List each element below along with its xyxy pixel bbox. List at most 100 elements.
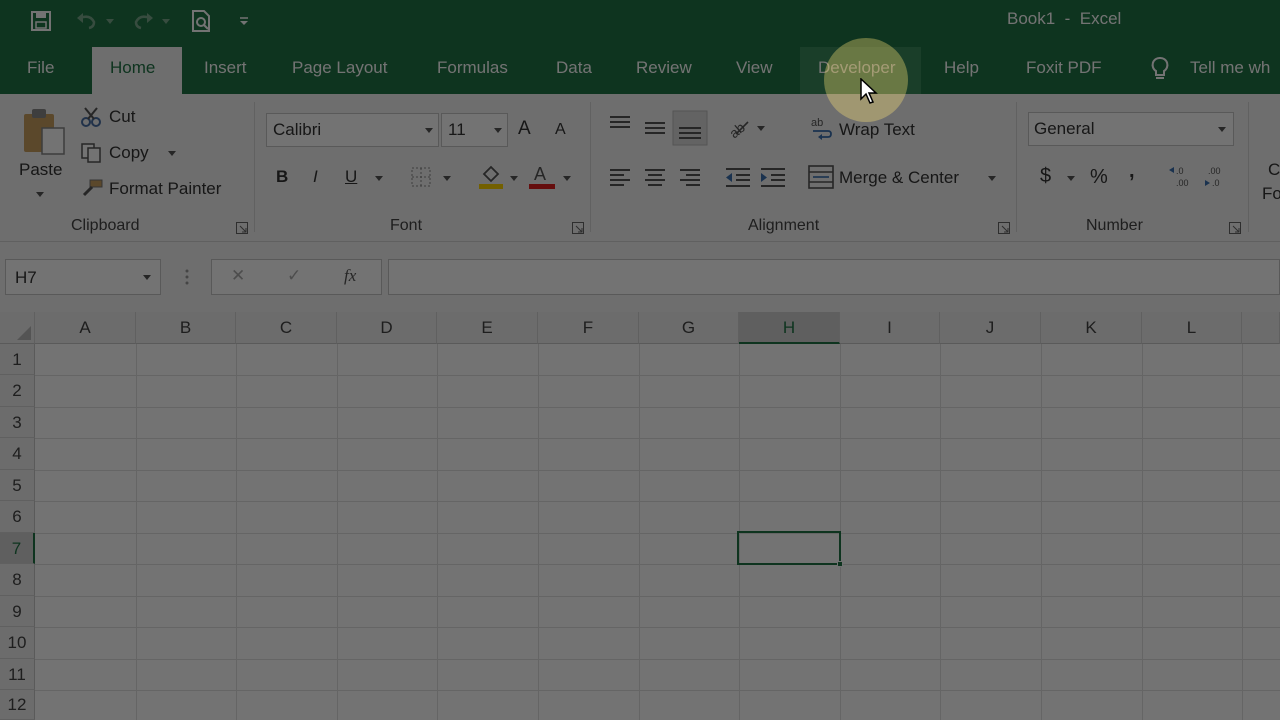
redo-dropdown-icon[interactable] [160,8,172,34]
customize-quick-access-icon[interactable] [236,8,252,34]
wrap-text-icon[interactable]: ab [810,116,834,145]
row-header-10[interactable]: 10 [0,627,35,659]
row-header-8[interactable]: 8 [0,564,35,596]
row-header-2[interactable]: 2 [0,375,35,407]
paste-icon[interactable] [20,106,68,161]
copy-button[interactable]: Copy [109,143,149,163]
percent-button[interactable]: % [1090,166,1108,189]
align-left-icon[interactable] [608,166,632,193]
undo-dropdown-icon[interactable] [104,8,116,34]
alignment-dialog-launcher-icon[interactable] [998,221,1010,234]
tab-data[interactable]: Data [556,58,592,78]
italic-button[interactable]: I [313,167,318,187]
column-header-b[interactable]: B [136,312,236,344]
merge-center-dropdown-icon[interactable] [988,176,996,181]
name-box[interactable]: H7 [5,259,161,295]
increase-decimal-icon[interactable]: .0.00 [1168,164,1196,195]
formula-input[interactable] [388,259,1280,295]
scissors-icon[interactable] [80,106,102,133]
decrease-font-size-button[interactable]: A [555,121,566,139]
paste-dropdown-icon[interactable] [36,192,44,197]
redo-icon[interactable] [128,8,158,34]
row-header-1[interactable]: 1 [0,344,35,375]
tab-help[interactable]: Help [944,58,979,78]
font-dialog-launcher-icon[interactable] [572,221,584,234]
tab-review[interactable]: Review [636,58,692,78]
format-painter-button[interactable]: Format Painter [109,179,221,199]
column-header-l[interactable]: L [1142,312,1242,344]
decrease-indent-icon[interactable] [724,166,752,193]
currency-button[interactable]: $ [1040,165,1051,188]
top-align-icon[interactable] [608,114,632,139]
bold-button[interactable]: B [276,167,288,187]
insert-function-button[interactable]: fx [344,266,356,286]
borders-dropdown-icon[interactable] [443,176,451,181]
worksheet-grid[interactable]: ABCDEFGHIJKL 1 2 3 4 5 6 7 8 9 10 11 12 [0,312,1280,720]
cancel-entry-button[interactable]: ✕ [231,266,245,286]
tab-formulas[interactable]: Formulas [437,58,508,78]
undo-icon[interactable] [72,8,102,34]
merge-center-icon[interactable] [808,164,834,195]
tab-file[interactable]: File [27,58,54,78]
bottom-align-icon[interactable] [672,110,708,151]
more-options-icon[interactable] [185,268,189,291]
column-header-f[interactable]: F [538,312,639,344]
row-header-7[interactable]: 7 [0,533,35,564]
align-right-icon[interactable] [678,166,702,193]
middle-align-icon[interactable] [643,118,667,143]
number-dialog-launcher-icon[interactable] [1229,221,1241,234]
currency-dropdown-icon[interactable] [1067,176,1075,181]
copy-icon[interactable] [80,142,102,169]
active-cell-h7[interactable] [737,531,843,567]
tab-insert[interactable]: Insert [204,58,247,78]
enter-button[interactable]: ✓ [287,266,301,286]
underline-dropdown-icon[interactable] [375,176,383,181]
conditional-formatting-label-partial[interactable]: C [1268,160,1280,180]
cut-button[interactable]: Cut [109,107,135,127]
fill-color-icon[interactable] [478,162,504,195]
decrease-decimal-icon[interactable]: .00.0 [1204,164,1232,195]
tab-page-layout[interactable]: Page Layout [292,58,387,78]
orientation-dropdown-icon[interactable] [757,126,765,131]
merge-center-button[interactable]: Merge & Center [839,168,959,188]
underline-button[interactable]: U [345,167,357,187]
font-size-dropdown[interactable]: 11 [441,113,508,147]
font-name-dropdown[interactable]: Calibri [266,113,439,147]
column-header-e[interactable]: E [437,312,538,344]
row-header-12[interactable]: 12 [0,690,35,720]
tab-home[interactable]: Home [110,58,155,78]
column-header-partial[interactable] [1242,312,1280,344]
save-icon[interactable] [28,8,54,34]
increase-indent-icon[interactable] [759,166,787,193]
fill-handle[interactable] [837,561,843,567]
row-header-11[interactable]: 11 [0,659,35,690]
paste-button[interactable]: Paste [19,160,62,180]
select-all-corner[interactable] [0,312,35,344]
row-header-6[interactable]: 6 [0,501,35,533]
column-header-j[interactable]: J [940,312,1041,344]
conditional-formatting-label-partial-2[interactable]: Fo [1262,184,1280,204]
column-header-g[interactable]: G [639,312,739,344]
font-color-icon[interactable]: A [528,162,556,195]
orientation-icon[interactable]: ab [726,114,752,145]
tab-foxit-pdf[interactable]: Foxit PDF [1026,58,1102,78]
clipboard-dialog-launcher-icon[interactable] [236,221,248,234]
lightbulb-icon[interactable] [1150,56,1170,87]
column-header-i[interactable]: I [840,312,940,344]
comma-style-button[interactable]: , [1129,160,1135,183]
wrap-text-button[interactable]: Wrap Text [839,120,915,140]
column-header-c[interactable]: C [236,312,337,344]
font-color-dropdown-icon[interactable] [563,176,571,181]
borders-icon[interactable] [410,166,432,193]
copy-dropdown-icon[interactable] [168,151,176,156]
tell-me-search[interactable]: Tell me wh [1190,58,1270,78]
increase-font-size-button[interactable]: A [518,118,531,140]
align-center-icon[interactable] [643,166,667,193]
fill-color-dropdown-icon[interactable] [510,176,518,181]
row-header-4[interactable]: 4 [0,438,35,470]
row-header-5[interactable]: 5 [0,470,35,501]
row-header-3[interactable]: 3 [0,407,35,438]
number-format-dropdown[interactable]: General [1028,112,1234,146]
tab-view[interactable]: View [736,58,773,78]
format-painter-icon[interactable] [80,178,104,203]
